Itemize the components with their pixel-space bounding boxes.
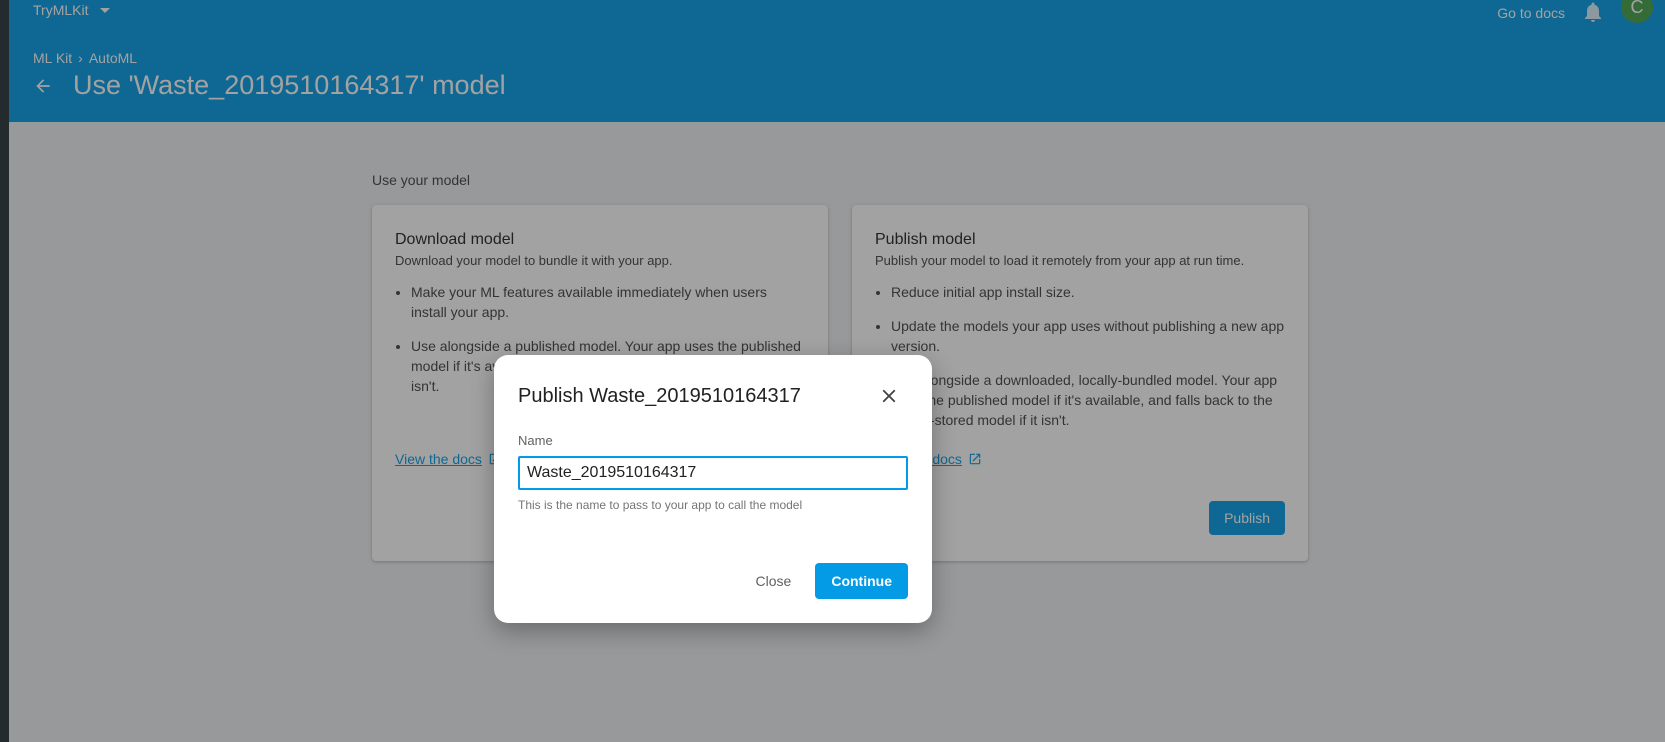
name-field-hint: This is the name to pass to your app to … bbox=[518, 498, 803, 512]
continue-button[interactable]: Continue bbox=[815, 563, 908, 599]
name-field-label: Name bbox=[518, 433, 553, 448]
dialog-title: Publish Waste_2019510164317 bbox=[518, 385, 801, 407]
dialog-actions: Close Continue bbox=[748, 563, 908, 599]
close-icon[interactable] bbox=[878, 385, 900, 407]
publish-dialog: Publish Waste_2019510164317 Name This is… bbox=[494, 355, 932, 623]
close-button[interactable]: Close bbox=[748, 563, 800, 599]
model-name-input[interactable] bbox=[518, 456, 908, 490]
